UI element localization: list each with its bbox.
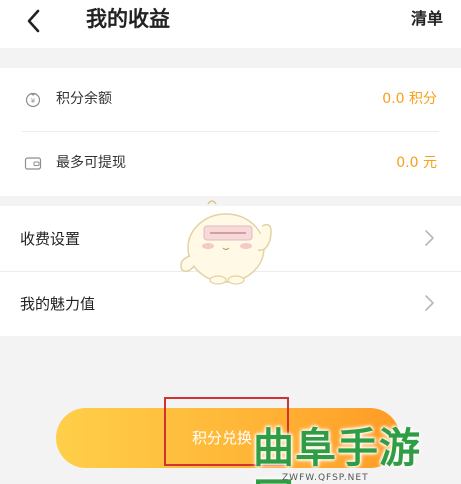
withdrawable-label: 最多可提现	[56, 155, 126, 171]
top-bar: 我的收益 清单	[0, 0, 461, 48]
withdrawable-value: 0.0 元	[396, 155, 437, 171]
coin-icon: ¥	[25, 92, 41, 108]
back-arrow-icon	[27, 9, 40, 33]
points-balance-label: 积分余额	[56, 91, 112, 107]
menu-item-label: 我的魅力值	[20, 295, 96, 313]
chevron-right-icon	[425, 295, 434, 311]
divider	[22, 131, 439, 132]
wallet-icon	[24, 157, 42, 170]
page-title: 我的收益	[86, 7, 170, 31]
points-balance-value: 0.0 积分	[382, 91, 437, 107]
chevron-right-icon	[425, 230, 434, 246]
menu-item-label: 收费设置	[20, 230, 81, 248]
statement-button[interactable]: 清单	[411, 8, 443, 30]
back-button[interactable]	[20, 6, 50, 36]
points-balance-row: ¥ 积分余额 0.0 积分	[0, 68, 461, 132]
withdrawable-row: 最多可提现 0.0 元	[0, 132, 461, 196]
watermark-url: ZWFW.QFSP.NET	[282, 473, 369, 483]
mascot-illustration	[180, 200, 272, 285]
balance-card: ¥ 积分余额 0.0 积分 最多可提现 0.0 元	[0, 68, 461, 196]
watermark-logo: 曲阜手游网	[253, 424, 421, 484]
svg-text:¥: ¥	[31, 97, 36, 105]
